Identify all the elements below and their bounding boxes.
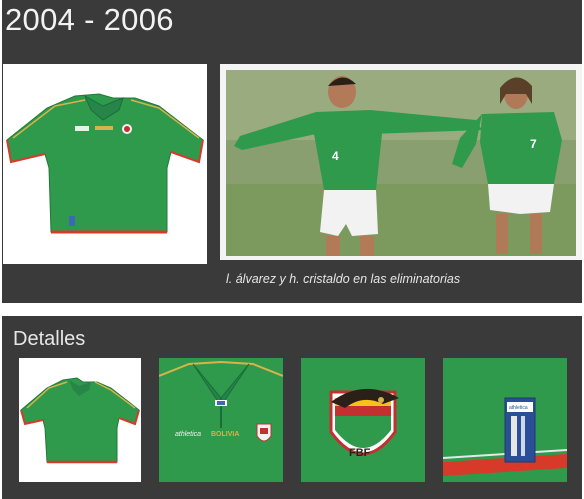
detail-thumb-collar[interactable]: athletica BOLIVIA (159, 358, 283, 482)
photo-caption: l. álvarez y h. cristaldo en las elimina… (226, 272, 461, 286)
season-title: 2004 - 2006 (5, 2, 174, 37)
player-number-4: 4 (332, 149, 339, 163)
details-title: Detalles (13, 328, 86, 350)
season-panel: 2004 - 2006 4 7 l. álvarez y h. cristald… (2, 0, 582, 303)
shirt-front-image[interactable] (3, 64, 207, 264)
federation-logo-text: FBF (349, 447, 371, 459)
svg-text:athletica: athletica (509, 405, 528, 411)
details-panel: Detalles athletica BOLIVIA FBF athletica (2, 316, 582, 499)
team-logo-text: BOLIVIA (211, 431, 239, 438)
detail-thumb-hem-tag[interactable]: athletica (443, 358, 567, 482)
brand-logo: athletica (175, 431, 201, 438)
player-number-7: 7 (530, 137, 537, 151)
detail-thumb-crest[interactable]: FBF (301, 358, 425, 482)
detail-thumb-shirt[interactable] (19, 358, 141, 482)
players-action-photo[interactable]: 4 7 (220, 64, 582, 260)
